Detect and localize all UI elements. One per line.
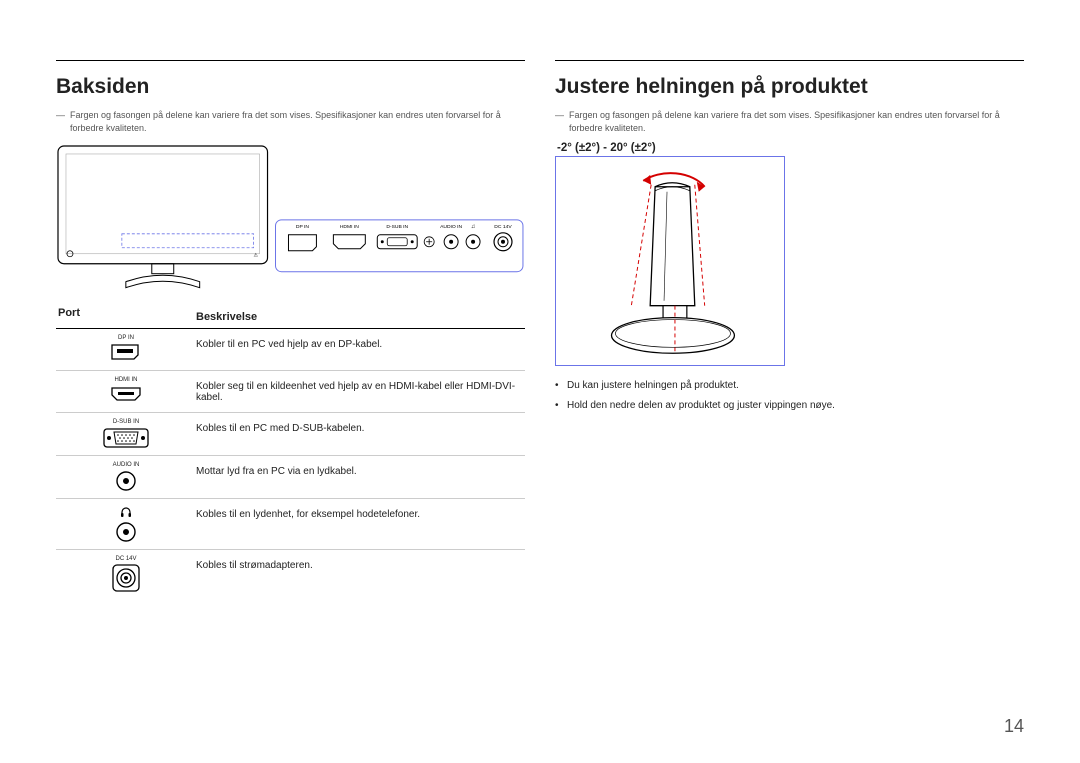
port-label: D-SUB IN — [113, 419, 139, 425]
rule — [555, 60, 1024, 61]
port-desc: Kobler seg til en kildeenhet ved hjelp a… — [196, 377, 525, 403]
headphone-icon — [119, 505, 133, 519]
page-number: 14 — [1004, 716, 1024, 737]
table-row: DC 14V Kobles til strømadapteren. — [56, 550, 525, 598]
port-table: Port Beskrivelse DP IN Kobler til en PC … — [56, 307, 525, 598]
note-text: Hold den nedre delen av produktet og jus… — [567, 398, 835, 414]
right-column: Justere helningen på produktet ― Fargen … — [555, 60, 1024, 743]
table-row: Kobles til en lydenhet, for eksempel hod… — [56, 499, 525, 550]
port-desc: Kobles til strømadapteren. — [196, 556, 525, 571]
svg-text:DP IN: DP IN — [296, 224, 310, 230]
svg-text:D-SUB IN: D-SUB IN — [386, 224, 408, 230]
left-disclaimer-text: Fargen og fasongen på delene kan variere… — [70, 109, 525, 134]
port-desc: Kobler til en PC ved hjelp av en DP-kabe… — [196, 335, 525, 350]
tilt-notes: • Du kan justere helningen på produktet.… — [555, 378, 1024, 414]
table-row: HDMI IN Kobler seg til en kildeenhet ved… — [56, 371, 525, 413]
right-disclaimer-text: Fargen og fasongen på delene kan variere… — [569, 109, 1024, 134]
audio-in-port-icon — [115, 470, 137, 492]
svg-text:AUDIO IN: AUDIO IN — [440, 224, 462, 230]
rule — [56, 60, 525, 61]
left-column: Baksiden ― Fargen og fasongen på delene … — [56, 60, 525, 743]
headphone-port-icon — [115, 521, 137, 543]
table-row: AUDIO IN Mottar lyd fra en PC via en lyd… — [56, 456, 525, 499]
table-row: DP IN Kobler til en PC ved hjelp av en D… — [56, 329, 525, 371]
port-desc: Kobles til en lydenhet, for eksempel hod… — [196, 505, 525, 520]
dc-port-icon — [112, 564, 140, 592]
th-port: Port — [56, 307, 196, 323]
port-desc: Kobles til en PC med D-SUB-kabelen. — [196, 419, 525, 434]
svg-text:HDMI IN: HDMI IN — [340, 224, 359, 230]
table-row: D-SUB IN Kobles til en PC med D-SUB-kabe… — [56, 413, 525, 456]
svg-text:⚠: ⚠ — [254, 253, 259, 259]
port-label: HDMI IN — [115, 377, 138, 383]
svg-text:DC 14V: DC 14V — [494, 224, 512, 230]
left-disclaimer: ― Fargen og fasongen på delene kan varie… — [56, 109, 525, 134]
tilt-range-label: -2° (±2°) - 20° (±2°) — [557, 142, 1024, 154]
note-text: Du kan justere helningen på produktet. — [567, 378, 739, 394]
backside-figure: ⚠ DP IN HDMI IN D-SUB IN — [56, 142, 525, 297]
dsub-port-icon — [103, 427, 149, 449]
right-title: Justere helningen på produktet — [555, 75, 1024, 99]
hdmi-port-icon — [109, 385, 143, 403]
right-disclaimer: ― Fargen og fasongen på delene kan varie… — [555, 109, 1024, 134]
svg-text:♫: ♫ — [471, 224, 475, 230]
dp-port-icon — [109, 343, 143, 361]
tilt-figure — [555, 156, 785, 366]
port-label: AUDIO IN — [113, 462, 140, 468]
left-title: Baksiden — [56, 75, 525, 99]
port-desc: Mottar lyd fra en PC via en lydkabel. — [196, 462, 525, 477]
port-label: DC 14V — [115, 556, 136, 562]
th-desc: Beskrivelse — [196, 307, 525, 323]
port-label: DP IN — [118, 335, 134, 341]
